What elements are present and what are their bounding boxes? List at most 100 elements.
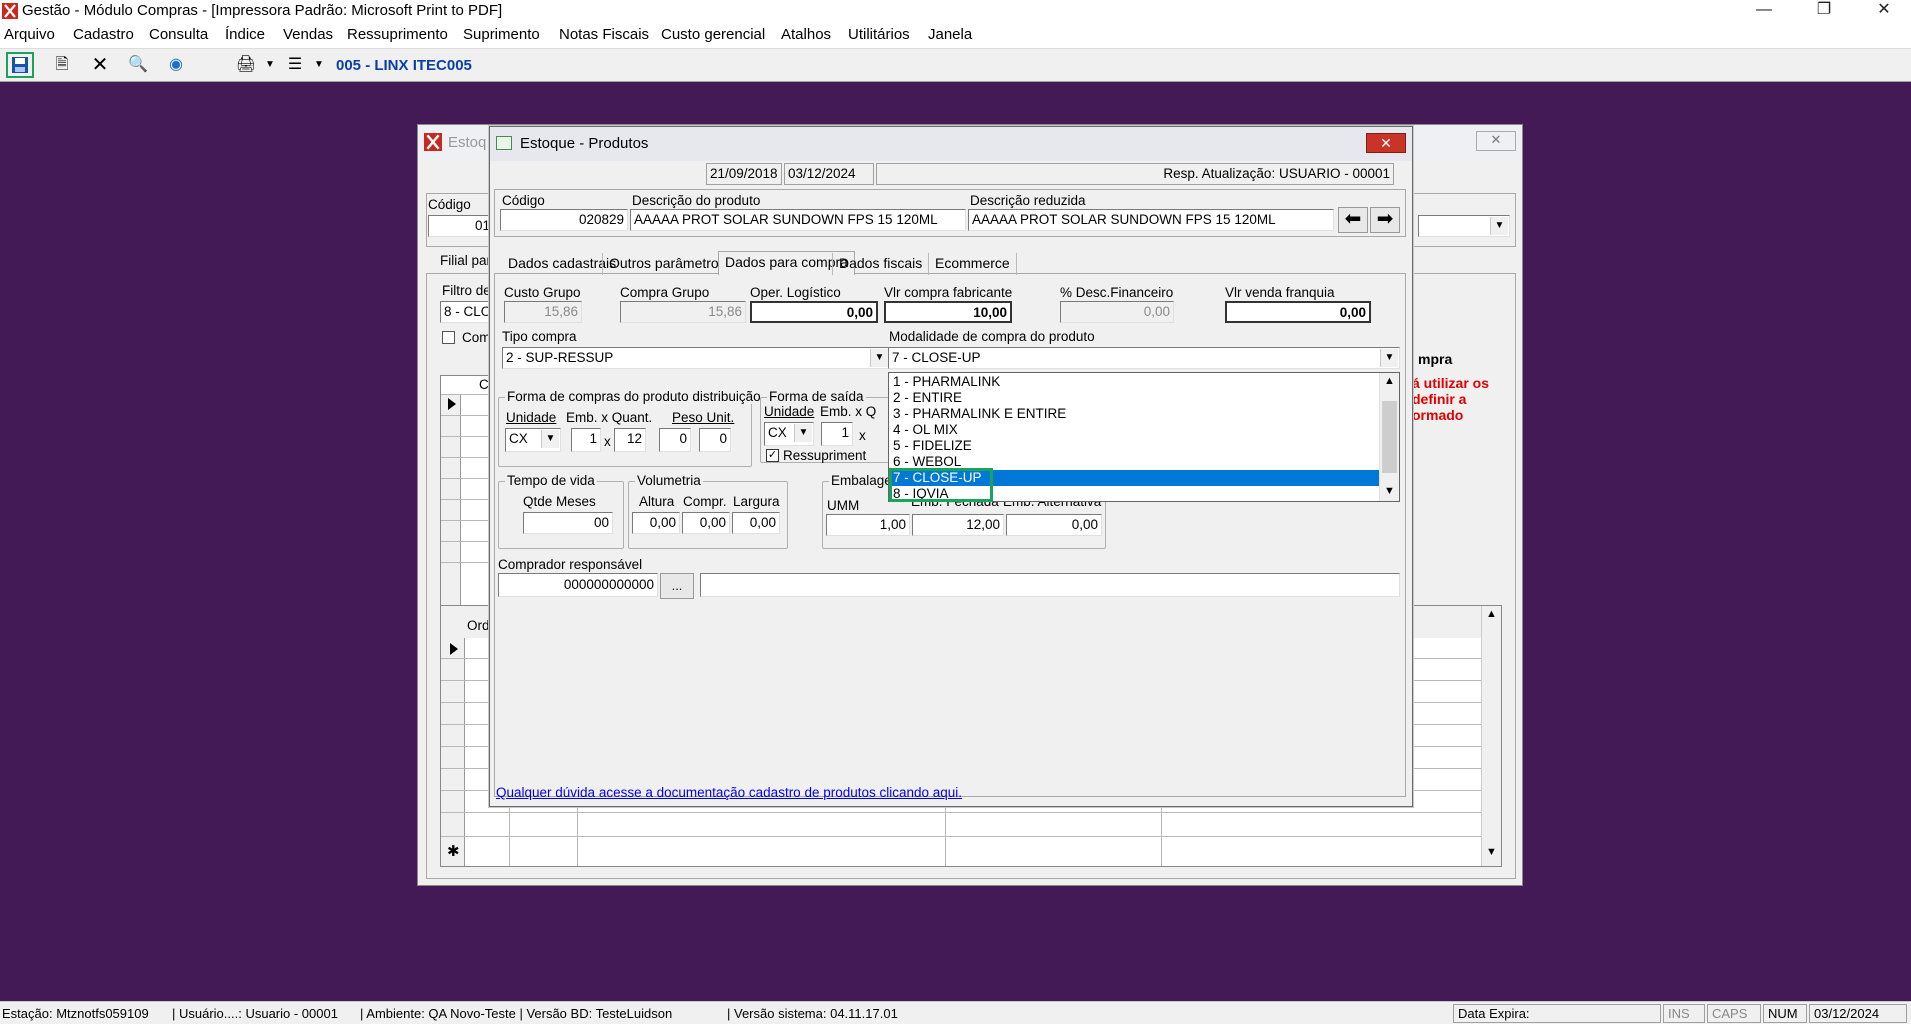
scroll-down-icon[interactable]: ▼: [1486, 846, 1497, 858]
menu-atalhos[interactable]: Atalhos: [781, 26, 831, 43]
menu-indice[interactable]: Índice: [225, 26, 265, 43]
descricao-field[interactable]: AAAAA PROT SOLAR SUNDOWN FPS 15 120ML: [630, 209, 966, 231]
qtde-meses-label: Qtde Meses: [523, 494, 596, 509]
altura-field[interactable]: 0,00: [632, 512, 680, 534]
emb-field[interactable]: 1: [571, 428, 601, 452]
oper-log-field[interactable]: 0,00: [750, 301, 878, 323]
save-icon[interactable]: [6, 52, 34, 78]
chevron-down-icon[interactable]: ▼: [794, 424, 812, 442]
scroll-up-icon[interactable]: ▲: [1384, 375, 1395, 387]
back-grid-scrollbar[interactable]: ▲ ▼: [1481, 606, 1501, 866]
menu-cadastro[interactable]: Cadastro: [73, 26, 134, 43]
scroll-down-icon[interactable]: ▼: [1384, 485, 1395, 497]
modalidade-dropdown-list[interactable]: 1 - PHARMALINK 2 - ENTIRE 3 - PHARMALINK…: [888, 372, 1400, 502]
print-icon[interactable]: 🖨: [234, 54, 258, 76]
umm-field[interactable]: 1,00: [826, 514, 910, 536]
option-fidelize[interactable]: 5 - FIDELIZE: [891, 438, 1379, 454]
chevron-down-icon[interactable]: ▼: [541, 430, 559, 448]
back-col-c: C: [479, 377, 489, 392]
saida-emb-field[interactable]: 1: [821, 422, 853, 446]
app-titlebar: Gestão - Módulo Compras - [Impressora Pa…: [0, 0, 1911, 22]
peso-field-1[interactable]: 0: [659, 428, 691, 452]
peso-field-2[interactable]: 0: [699, 428, 731, 452]
export-icon[interactable]: ☰: [283, 54, 307, 76]
search-icon[interactable]: 🔍: [126, 54, 150, 76]
option-entire[interactable]: 2 - ENTIRE: [891, 390, 1379, 406]
menu-custo-gerencial[interactable]: Custo gerencial: [661, 26, 765, 43]
unidade-select[interactable]: CX ▼: [505, 428, 561, 452]
tempo-vida-title: Tempo de vida: [505, 473, 597, 488]
modalidade-select[interactable]: 7 - CLOSE-UP ▼: [888, 347, 1400, 369]
saida-unidade-select[interactable]: CX ▼: [764, 422, 814, 446]
export-dropdown-icon[interactable]: ▼: [307, 54, 331, 76]
chevron-down-icon[interactable]: ▼: [1380, 349, 1398, 367]
back-window-close-icon[interactable]: ✕: [1476, 131, 1516, 151]
restore-icon[interactable]: ❐: [1801, 0, 1847, 22]
chevron-down-icon[interactable]: ▼: [870, 349, 888, 367]
compra-grupo-label: Compra Grupo: [620, 285, 710, 300]
back-codigo-field[interactable]: 01: [428, 215, 494, 237]
minimize-icon[interactable]: —: [1741, 0, 1787, 22]
compr-field[interactable]: 0,00: [682, 512, 730, 534]
custo-grupo-field: 15,86: [504, 301, 582, 323]
custo-grupo-label: Custo Grupo: [504, 285, 581, 300]
back-combo[interactable]: ▼: [1418, 215, 1510, 237]
emb-quant-label: Emb. x Quant.: [566, 410, 653, 425]
next-record-icon[interactable]: ➡: [1370, 207, 1400, 233]
option-ol-mix[interactable]: 4 - OL MIX: [891, 422, 1379, 438]
tab-outros-parametros[interactable]: Outros parâmetros: [602, 253, 732, 275]
vlr-compra-fab-field[interactable]: 10,00: [884, 301, 1012, 323]
menu-arquivo[interactable]: Arquivo: [4, 26, 55, 43]
tab-ecommerce[interactable]: Ecommerce: [928, 253, 1017, 275]
print-dropdown-icon[interactable]: ▼: [258, 54, 282, 76]
menu-suprimento[interactable]: Suprimento: [463, 26, 540, 43]
menu-notas-fiscais[interactable]: Notas Fiscais: [559, 26, 649, 43]
new-document-icon[interactable]: 🗎: [50, 54, 74, 76]
dialog-close-icon[interactable]: ✕: [1366, 133, 1406, 153]
prev-record-icon[interactable]: ⬅: [1338, 207, 1368, 233]
menu-consulta[interactable]: Consulta: [149, 26, 208, 43]
tipo-compra-select[interactable]: 2 - SUP-RESSUP ▼: [502, 347, 890, 369]
unidade-label: Unidade: [506, 410, 557, 425]
scroll-thumb[interactable]: [1382, 401, 1397, 473]
back-side-text-4: ormado: [1412, 407, 1464, 423]
desc-fin-label: % Desc.Financeiro: [1060, 285, 1174, 300]
close-icon[interactable]: ✕: [1861, 0, 1907, 22]
help-link[interactable]: Qualquer dúvida acesse a documentação ca…: [496, 785, 962, 800]
peso-unit-label: Peso Unit.: [672, 410, 735, 425]
desc-fin-field: 0,00: [1060, 301, 1174, 323]
comprador-name-field[interactable]: [700, 573, 1400, 597]
status-date: 03/12/2024: [1809, 1004, 1907, 1023]
forma-saida-group: Forma de saída Unidade Emb. x Q CX ▼ 1 x …: [760, 389, 890, 463]
forma-saida-title: Forma de saída: [767, 389, 866, 404]
emb-fechada-field[interactable]: 12,00: [912, 514, 1004, 536]
emb-alternativa-field[interactable]: 0,00: [1006, 514, 1102, 536]
option-pharmalink[interactable]: 1 - PHARMALINK: [891, 374, 1379, 390]
desc-reduzida-field[interactable]: AAAAA PROT SOLAR SUNDOWN FPS 15 120ML: [968, 209, 1334, 231]
comprador-field[interactable]: 000000000000: [498, 573, 658, 597]
company-label: 005 - LINX ITEC005: [336, 57, 472, 74]
option-pharmalink-entire[interactable]: 3 - PHARMALINK E ENTIRE: [891, 406, 1379, 422]
back-com-checkbox[interactable]: [442, 331, 455, 344]
codigo-field[interactable]: 020829: [500, 209, 628, 231]
delete-icon[interactable]: ✕: [88, 54, 112, 76]
target-icon[interactable]: ◉: [164, 54, 188, 76]
quant-field[interactable]: 12: [614, 428, 646, 452]
back-side-text-3: definir a: [1412, 391, 1467, 407]
menu-utilitarios[interactable]: Utilitários: [848, 26, 910, 43]
tab-dados-fiscais[interactable]: Dados fiscais: [832, 253, 928, 275]
menu-vendas[interactable]: Vendas: [283, 26, 333, 43]
vlr-venda-fr-field[interactable]: 0,00: [1225, 301, 1371, 323]
status-ins: INS: [1663, 1004, 1705, 1023]
menu-janela[interactable]: Janela: [928, 26, 972, 43]
qtde-meses-field[interactable]: 00: [523, 512, 613, 534]
vlr-compra-fab-label: Vlr compra fabricante: [884, 285, 1013, 300]
umm-label: UMM: [827, 498, 860, 513]
menu-ressuprimento[interactable]: Ressuprimento: [347, 26, 448, 43]
largura-field[interactable]: 0,00: [732, 512, 780, 534]
comprador-lookup-button[interactable]: ...: [660, 573, 694, 599]
scroll-up-icon[interactable]: ▲: [1486, 608, 1497, 620]
ressuprimento-checkbox[interactable]: ✓: [766, 449, 779, 462]
forma-compras-group: Forma de compras do produto distribuição…: [498, 389, 763, 467]
dropdown-scrollbar[interactable]: ▲ ▼: [1379, 373, 1399, 501]
